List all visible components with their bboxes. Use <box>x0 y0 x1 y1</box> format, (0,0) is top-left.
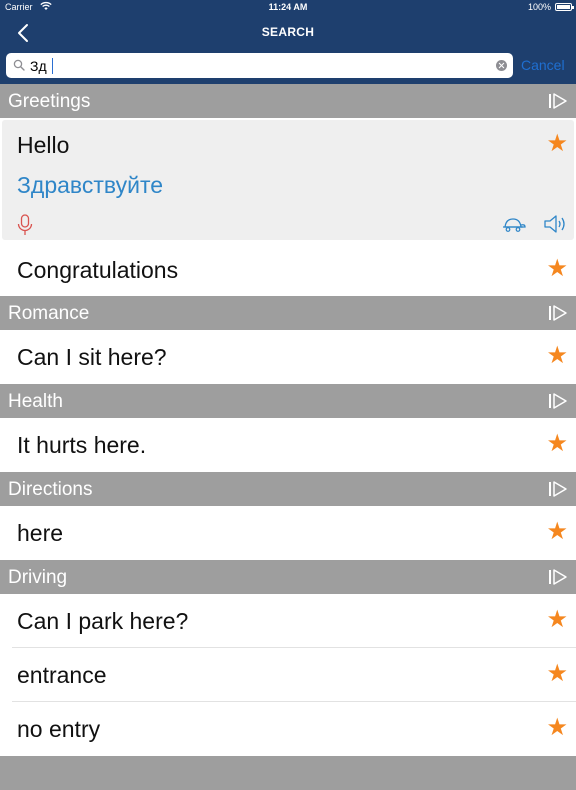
phrase-text: Hello <box>17 132 70 158</box>
battery-percent: 100% <box>527 2 551 12</box>
section-title: Greetings <box>8 91 91 112</box>
search-bar: Cancel <box>0 51 576 84</box>
section-header-driving: Driving <box>0 560 576 594</box>
speaker-icon[interactable] <box>543 213 568 235</box>
results-list[interactable]: Greetings Hello ★ Здравствуйте Congratul… <box>0 84 576 790</box>
phrase-translation: Здравствуйте <box>17 172 164 198</box>
battery-icon <box>555 3 574 11</box>
clear-search-icon[interactable] <box>496 60 507 71</box>
list-item[interactable]: no entry ★ <box>0 702 576 756</box>
phrase-text: Congratulations <box>17 257 179 283</box>
phrase-text: entrance <box>17 662 107 688</box>
phrase-text: no entry <box>17 716 101 742</box>
slow-playback-turtle-icon[interactable] <box>501 215 527 233</box>
play-section-icon[interactable] <box>548 392 568 410</box>
list-item[interactable]: Can I park here? ★ <box>0 594 576 648</box>
play-section-icon[interactable] <box>548 568 568 586</box>
play-section-icon[interactable] <box>548 92 568 110</box>
text-cursor <box>52 58 53 74</box>
status-bar: Carrier 11:24 AM 100% <box>0 0 576 15</box>
favorite-star-icon[interactable]: ★ <box>546 520 568 544</box>
list-item[interactable]: It hurts here. ★ <box>0 418 576 472</box>
search-icon <box>13 59 25 71</box>
favorite-star-icon[interactable]: ★ <box>546 257 568 281</box>
expanded-phrase-card[interactable]: Hello ★ Здравствуйте <box>0 118 576 243</box>
phrase-text: Can I park here? <box>17 608 189 634</box>
page-title: SEARCH <box>261 25 315 39</box>
favorite-star-icon[interactable]: ★ <box>546 716 568 740</box>
microphone-icon[interactable] <box>17 214 33 236</box>
section-title: Romance <box>8 303 90 324</box>
section-title: Directions <box>8 479 93 500</box>
section-header-greetings: Greetings <box>0 84 576 118</box>
favorite-star-icon[interactable]: ★ <box>546 132 568 156</box>
section-header-romance: Romance <box>0 296 576 330</box>
cancel-button[interactable]: Cancel <box>521 57 565 73</box>
section-title: Health <box>8 391 63 412</box>
play-section-icon[interactable] <box>548 480 568 498</box>
phrase-text: It hurts here. <box>17 432 147 458</box>
phrase-text: Can I sit here? <box>17 344 167 370</box>
favorite-star-icon[interactable]: ★ <box>546 608 568 632</box>
play-section-icon[interactable] <box>548 304 568 322</box>
list-item[interactable]: entrance ★ <box>0 648 576 702</box>
list-item[interactable]: here ★ <box>0 506 576 560</box>
nav-bar: SEARCH <box>0 15 576 51</box>
search-input[interactable] <box>30 56 490 75</box>
favorite-star-icon[interactable]: ★ <box>546 344 568 368</box>
search-field[interactable] <box>6 53 513 78</box>
favorite-star-icon[interactable]: ★ <box>546 432 568 456</box>
favorite-star-icon[interactable]: ★ <box>546 662 568 686</box>
section-title: Driving <box>8 567 68 588</box>
section-header-partial <box>0 756 576 790</box>
section-header-health: Health <box>0 384 576 418</box>
list-item[interactable]: Congratulations ★ <box>0 243 576 296</box>
list-item[interactable]: Can I sit here? ★ <box>0 330 576 384</box>
phrase-text: here <box>17 520 64 546</box>
clock: 11:24 AM <box>268 2 308 12</box>
section-header-directions: Directions <box>0 472 576 506</box>
